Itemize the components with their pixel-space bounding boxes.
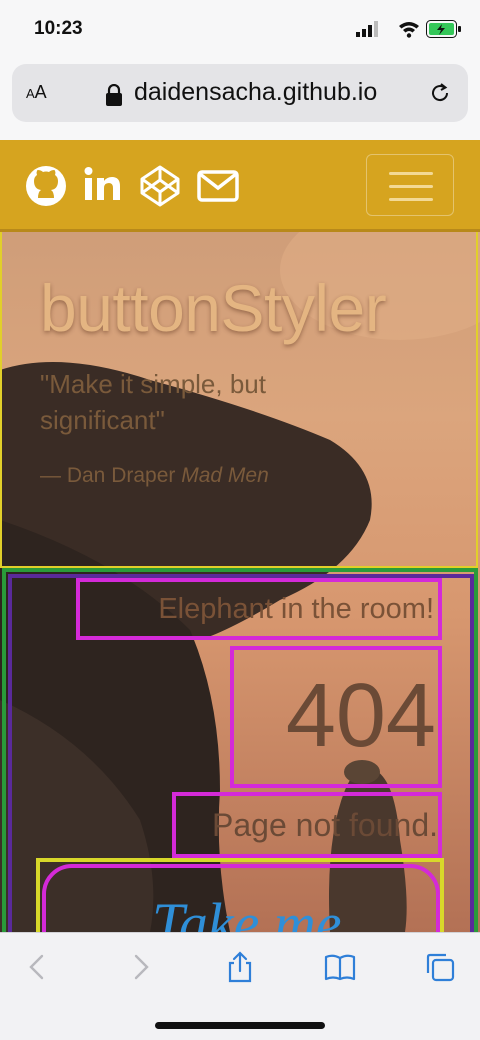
home-indicator [155,1022,325,1029]
hamburger-icon-bar [389,185,433,188]
take-me-home-button[interactable]: Take me [42,864,440,932]
linkedin-icon[interactable] [82,164,126,208]
navbar [0,140,480,232]
web-page: buttonStyler "Make it simple, but signif… [0,140,480,932]
hero-quote: "Make it simple, but significant" [40,369,266,435]
wifi-icon [399,22,419,38]
take-me-button-label: Take me [152,891,342,932]
reader-settings-button[interactable]: AA [26,82,47,103]
codepen-icon[interactable] [138,164,182,208]
address-bar[interactable]: AA daidensacha.github.io [12,64,468,122]
error-message: Page not found. [172,792,442,858]
tabs-icon[interactable] [424,951,456,983]
forward-icon[interactable] [124,951,156,983]
quote-author: — Dan Draper [40,464,182,487]
status-bar: 10:23 [0,0,480,60]
error-code: 404 [230,646,442,788]
bookmarks-icon[interactable] [324,951,356,983]
browser-address-area: AA daidensacha.github.io [0,60,480,140]
page-title: buttonStyler [40,271,387,345]
mail-icon[interactable] [196,164,240,208]
quote-attribution: — Dan Draper Mad Men [40,464,269,488]
status-time: 10:23 [34,18,83,39]
hamburger-icon-bar [389,198,433,201]
hamburger-icon [389,172,433,175]
reload-icon[interactable] [428,81,452,105]
battery-icon [426,20,461,38]
cellular-signal-icon [356,21,378,37]
url-text[interactable]: daidensacha.github.io [134,78,377,107]
error-heading: Elephant in the room! [76,578,442,640]
github-icon[interactable] [24,164,68,208]
share-icon[interactable] [224,951,256,983]
lock-icon [106,84,122,106]
back-icon[interactable] [22,951,54,983]
quote-source: Mad Men [181,464,269,487]
hamburger-menu-button[interactable] [366,154,454,216]
